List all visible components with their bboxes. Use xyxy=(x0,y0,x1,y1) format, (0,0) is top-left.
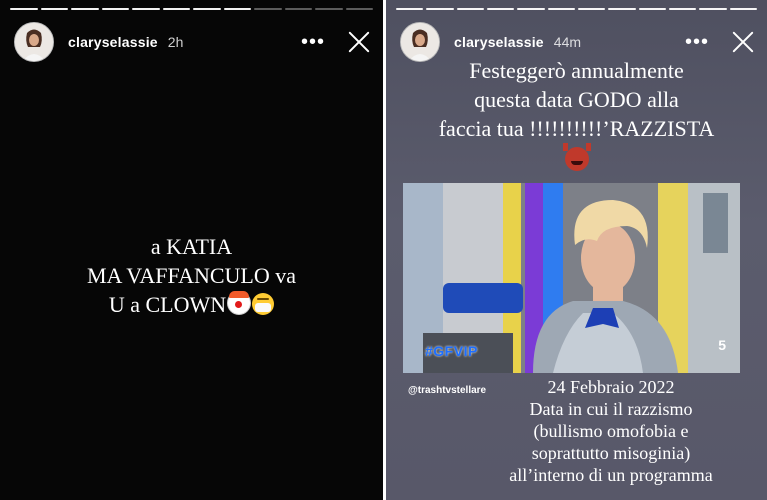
progress-segment xyxy=(426,8,454,10)
show-badge: #GFVIP xyxy=(425,343,478,359)
close-icon[interactable] xyxy=(347,30,371,54)
progress-segment xyxy=(101,8,129,10)
progress-segment xyxy=(315,8,343,10)
story-body-line: soprattutto misoginia) xyxy=(531,443,691,463)
progress-segment xyxy=(254,8,282,10)
story-title-line: faccia tua !!!!!!!!!!’RAZZISTA xyxy=(438,116,715,141)
progress-segment xyxy=(396,8,424,10)
progress-segment xyxy=(486,8,515,10)
left-story-header: claryselassie 2h ••• xyxy=(14,22,371,62)
smiling-devil-icon xyxy=(562,143,591,171)
username[interactable]: claryselassie xyxy=(68,34,158,50)
progress-segment xyxy=(132,8,160,10)
story-text-line: a KATIA xyxy=(150,234,233,259)
progress-segment xyxy=(193,8,221,10)
progress-segment xyxy=(456,8,484,10)
story-title-line: questa data GODO alla xyxy=(474,87,679,112)
avatar[interactable] xyxy=(14,22,54,62)
face-with-medical-mask-icon xyxy=(252,293,275,315)
post-time: 2h xyxy=(167,34,184,50)
credit-tag[interactable]: @trashtvstellare xyxy=(408,385,486,396)
progress-segment xyxy=(71,8,99,10)
progress-segment xyxy=(547,8,575,10)
story-text: a KATIA MA VAFFANCULO va U a CLOWN xyxy=(0,232,383,319)
progress-segment xyxy=(668,8,697,10)
story-text-line: MA VAFFANCULO va xyxy=(86,263,297,288)
progress-segment xyxy=(699,8,727,10)
clown-face-icon xyxy=(227,291,252,315)
progress-segment xyxy=(608,8,636,10)
more-options-icon[interactable]: ••• xyxy=(301,32,325,52)
username[interactable]: claryselassie xyxy=(454,34,544,50)
story-title: Festeggerò annualmente questa data GODO … xyxy=(398,56,755,178)
story-body-line: all’interno di un programma xyxy=(509,465,713,485)
story-title-line: Festeggerò annualmente xyxy=(469,58,684,83)
tv-screenshot-image: #GFVIP 5 xyxy=(403,183,740,373)
story-text-line: U a CLOWN xyxy=(0,290,383,319)
right-story-progress-bar xyxy=(396,8,757,11)
progress-segment xyxy=(577,8,606,10)
story-body-line: Data in cui il razzismo xyxy=(529,399,693,419)
progress-segment xyxy=(345,8,373,10)
progress-segment xyxy=(223,8,251,10)
story-text-line-content: U a CLOWN xyxy=(108,292,227,317)
progress-segment xyxy=(729,8,757,10)
story-body-line: 24 Febbraio 2022 xyxy=(547,377,675,397)
progress-segment xyxy=(517,8,545,10)
post-time: 44m xyxy=(553,34,582,50)
progress-segment xyxy=(40,8,68,10)
left-story-panel[interactable]: claryselassie 2h ••• a KATIA MA VAFFANCU… xyxy=(0,0,383,500)
story-body-text: 24 Febbraio 2022 Data in cui il razzismo… xyxy=(476,376,746,486)
progress-segment xyxy=(284,8,312,10)
right-story-panel[interactable]: claryselassie 44m ••• Festeggerò annualm… xyxy=(386,0,767,500)
left-story-progress-bar xyxy=(10,8,373,11)
progress-segment xyxy=(10,8,38,10)
progress-segment xyxy=(638,8,666,10)
progress-segment xyxy=(162,8,190,10)
story-body-line: (bullismo omofobia e xyxy=(533,421,689,441)
channel-logo: 5 xyxy=(718,337,726,353)
more-options-icon[interactable]: ••• xyxy=(685,32,709,52)
close-icon[interactable] xyxy=(731,30,755,54)
